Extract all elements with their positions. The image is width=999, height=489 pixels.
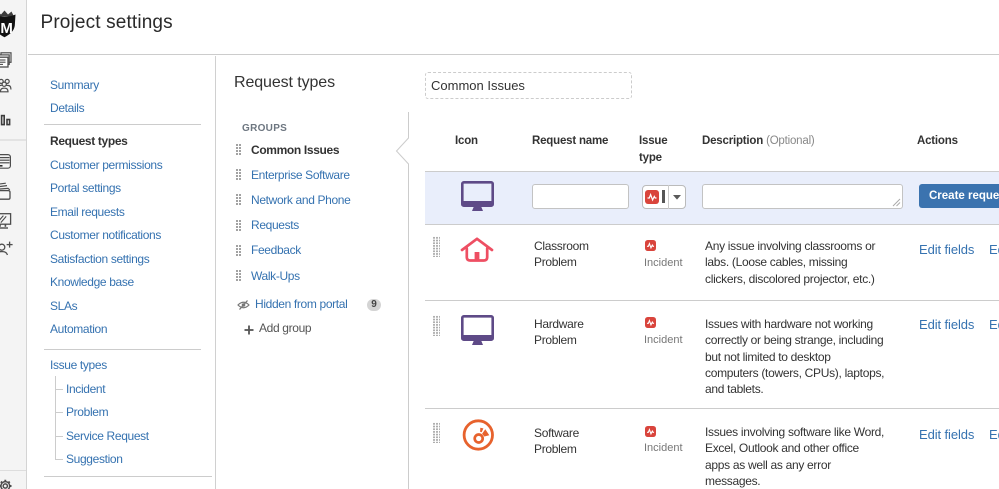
svg-text:M: M [0,20,13,37]
